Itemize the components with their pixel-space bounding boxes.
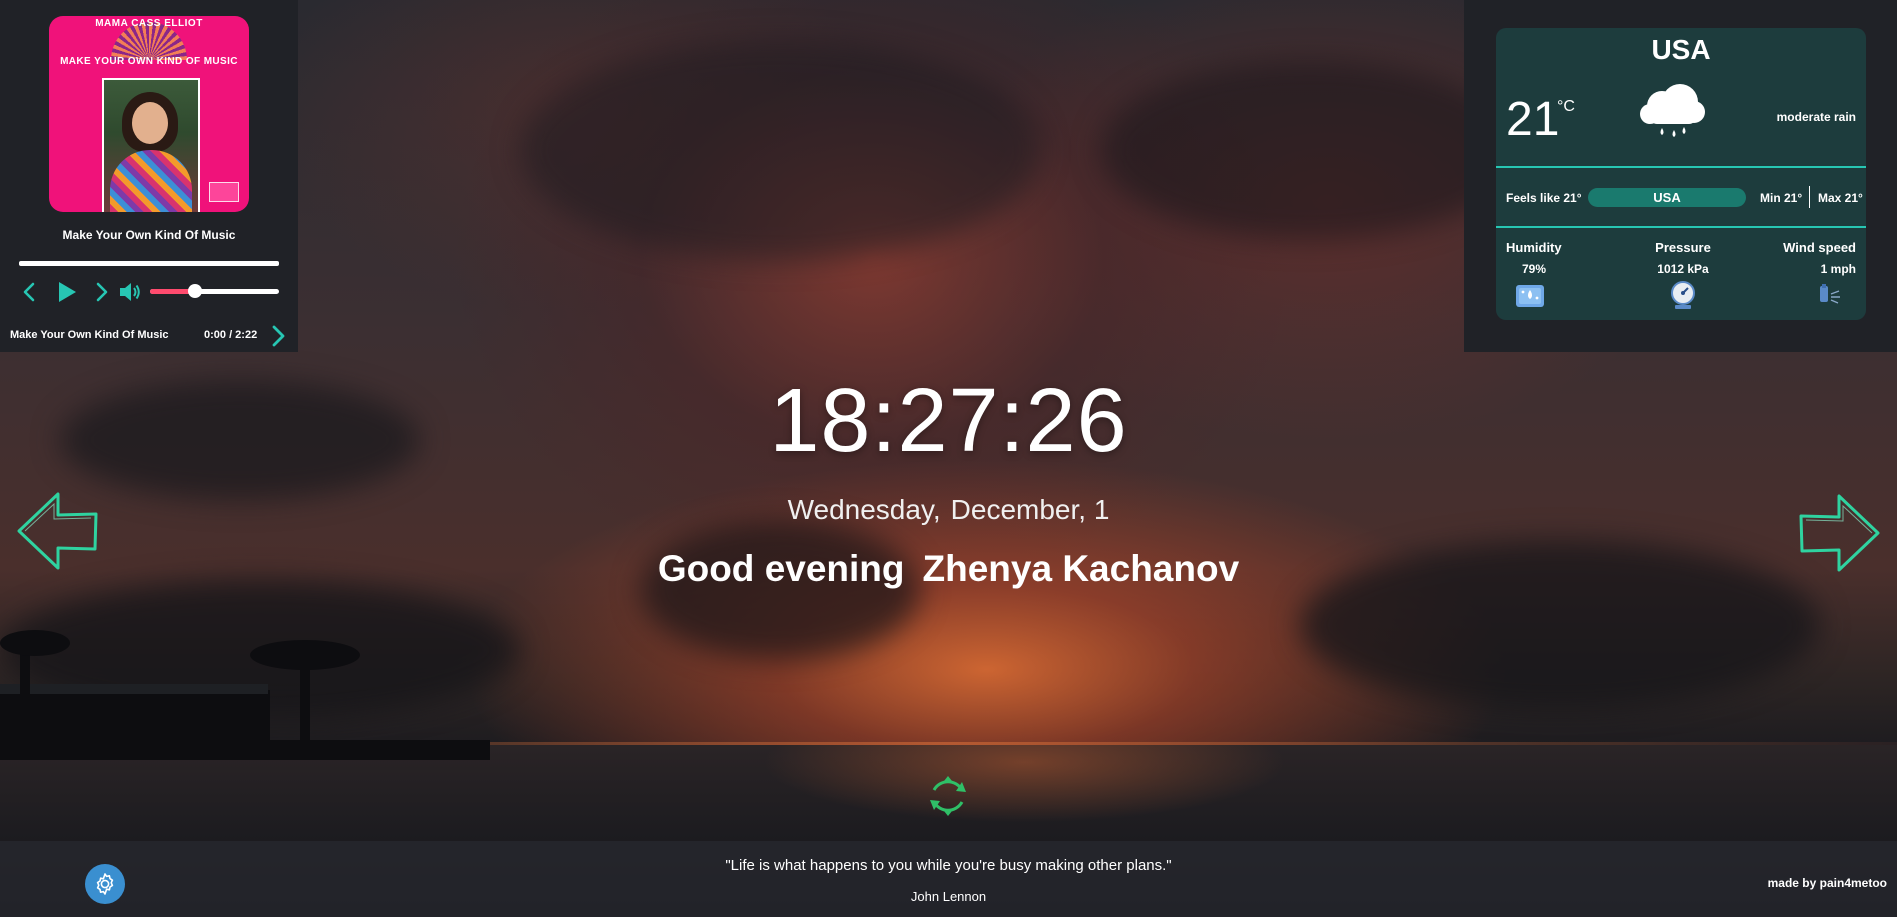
cover-photo xyxy=(102,78,200,212)
chevron-left-icon xyxy=(23,282,35,302)
humidity-icon xyxy=(1516,285,1544,307)
rain-cloud-icon xyxy=(1640,84,1705,137)
weather-unit: °C xyxy=(1557,98,1575,115)
volume-thumb[interactable] xyxy=(188,284,203,298)
next-button[interactable] xyxy=(91,280,113,304)
playlist-item-time: 0:00 / 2:22 xyxy=(204,329,258,341)
pier-silhouette xyxy=(0,740,490,760)
weather-description: moderate rain xyxy=(1776,110,1856,124)
divider xyxy=(1496,166,1866,168)
playlist-item-title[interactable]: Make Your Own Kind Of Music xyxy=(10,329,169,341)
resort-roof xyxy=(0,684,268,694)
weather-city: USA xyxy=(1651,34,1711,65)
cloud xyxy=(1100,60,1520,240)
wind-value: 1 mph xyxy=(1820,262,1856,276)
playlist-play-button[interactable] xyxy=(268,324,288,348)
chevron-right-icon xyxy=(96,282,108,302)
arrow-left-icon xyxy=(17,492,98,570)
clock-date: Wednesday, December, 1 xyxy=(0,494,1897,526)
pressure-gauge-icon xyxy=(1671,281,1695,309)
cover-face xyxy=(132,102,168,144)
divider xyxy=(1496,226,1866,228)
refresh-icon xyxy=(930,776,966,816)
play-button[interactable] xyxy=(54,278,80,306)
chevron-right-icon xyxy=(272,325,285,347)
change-quote-button[interactable] xyxy=(924,772,972,820)
quote-text: "Life is what happens to you while you'r… xyxy=(725,857,1172,874)
prev-button[interactable] xyxy=(18,280,40,304)
weather-panel: USA 21 °C moderate rain Feels like 21° M… xyxy=(1496,28,1866,320)
clock-time: 18:27:26 xyxy=(769,371,1128,471)
author-credit-link[interactable]: made by pain4metoo xyxy=(1768,876,1887,890)
arrow-right-icon xyxy=(1799,494,1880,572)
weather-widget: USA 21 °C moderate rain Feels like 21° M… xyxy=(1464,0,1897,352)
slide-next-button[interactable] xyxy=(1797,492,1881,574)
city-input[interactable] xyxy=(1588,188,1746,207)
cover-album-lettering: MAKE YOUR OWN KIND OF MUSIC xyxy=(60,56,238,67)
volume-slider[interactable] xyxy=(150,284,279,298)
greeting: Good evening Zhenya Kachanov xyxy=(0,548,1897,590)
cloud xyxy=(520,40,1040,260)
humidity-value: 79% xyxy=(1521,262,1547,276)
cover-sticker xyxy=(209,182,239,202)
weather-temperature: 21 xyxy=(1506,93,1560,146)
temp-max: Max 21° xyxy=(1818,191,1863,205)
cloud xyxy=(640,520,920,660)
footer xyxy=(0,841,1897,917)
divider xyxy=(1809,186,1810,208)
volume-button[interactable] xyxy=(117,280,143,304)
palm-leaves xyxy=(0,630,70,656)
wind-icon xyxy=(1820,284,1840,304)
temp-min: Min 21° xyxy=(1760,191,1803,205)
album-cover: MAMA CASS ELLIOT MAKE YOUR OWN KIND OF M… xyxy=(49,16,249,212)
progress-bar[interactable] xyxy=(19,261,279,266)
quote-author: John Lennon xyxy=(910,889,987,904)
date-weekday: Wednesday, xyxy=(787,494,941,525)
slide-prev-button[interactable] xyxy=(16,490,100,572)
pressure-value: 1012 kPa xyxy=(1657,262,1709,276)
greeting-text: Good evening xyxy=(657,548,905,589)
date-day: December, 1 xyxy=(950,494,1110,525)
feels-like: Feels like 21° xyxy=(1506,191,1582,205)
track-title: Make Your Own Kind Of Music xyxy=(62,228,236,242)
volume-icon xyxy=(120,283,140,301)
palm-leaves xyxy=(250,640,360,670)
play-icon xyxy=(59,282,76,302)
pressure-label: Pressure xyxy=(1655,240,1711,255)
cover-dress xyxy=(110,150,192,212)
humidity-label: Humidity xyxy=(1506,240,1562,255)
user-name[interactable]: Zhenya Kachanov xyxy=(923,548,1240,589)
audio-player: MAMA CASS ELLIOT MAKE YOUR OWN KIND OF M… xyxy=(0,0,298,352)
wind-label: Wind speed xyxy=(1783,240,1856,255)
